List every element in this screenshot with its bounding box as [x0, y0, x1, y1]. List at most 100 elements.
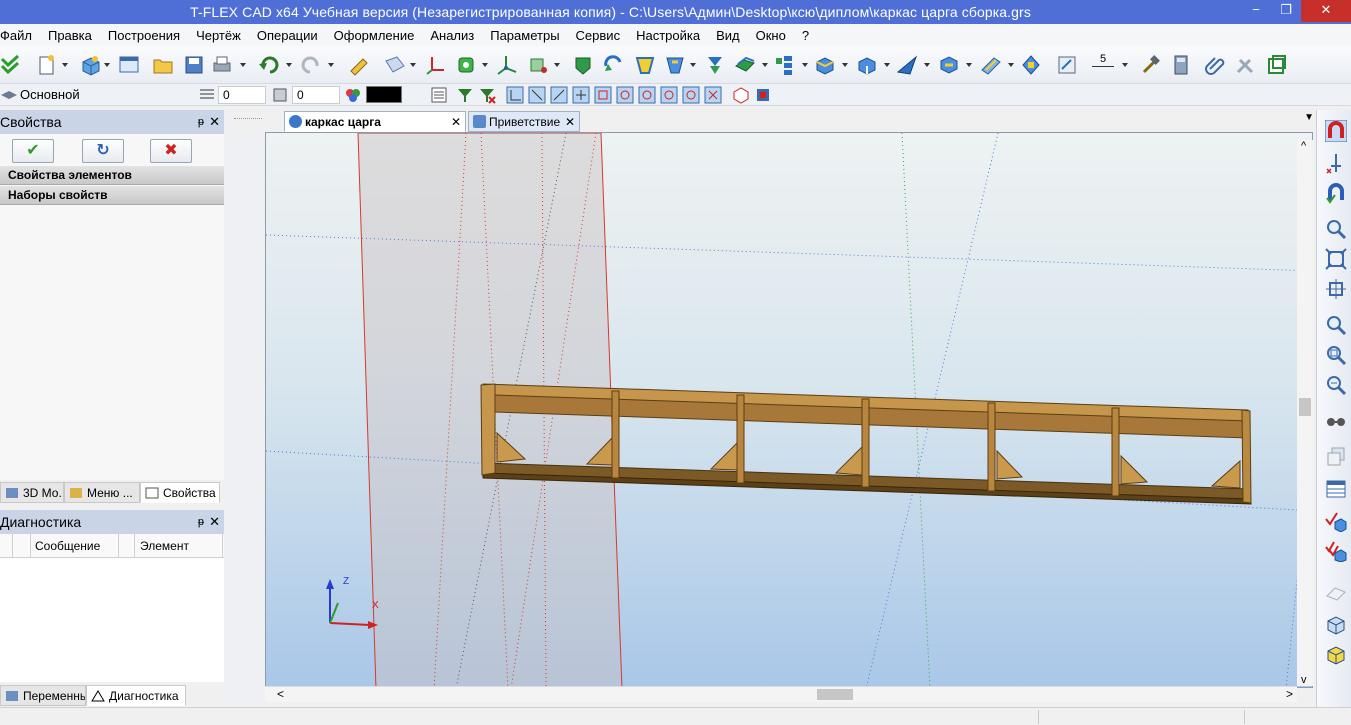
snap-1-icon[interactable] — [506, 86, 524, 104]
dropdown-arrow-icon[interactable] — [884, 63, 890, 67]
3d-node-icon[interactable] — [496, 54, 518, 76]
layer-name[interactable]: Основной — [20, 87, 80, 102]
pin-snap-icon[interactable] — [1325, 152, 1347, 174]
color-swatch[interactable] — [366, 86, 402, 103]
column-element[interactable]: Элемент — [140, 539, 189, 553]
boolean-icon[interactable] — [704, 54, 726, 76]
dimension-icon[interactable]: 5 — [1090, 54, 1116, 76]
vertical-scroll-thumb[interactable] — [1299, 398, 1311, 416]
close-tab-icon[interactable]: ✕ — [451, 112, 461, 132]
dropdown-arrow-icon[interactable] — [690, 63, 696, 67]
check-cube-icon[interactable] — [1325, 510, 1347, 532]
menu-design[interactable]: Оформление — [326, 28, 423, 43]
sweep-icon[interactable] — [664, 54, 686, 76]
refresh-button[interactable]: ↻ — [82, 139, 124, 163]
body-copy-icon[interactable] — [938, 54, 960, 76]
double-check-cube-icon[interactable] — [1325, 540, 1347, 562]
magnet-check-icon[interactable] — [1325, 182, 1347, 204]
column-message[interactable]: Сообщение — [35, 539, 100, 553]
tab-3d-model[interactable]: 3D Мо... — [0, 482, 64, 503]
menu-analysis[interactable]: Анализ — [422, 28, 482, 43]
filter-check-icon[interactable] — [456, 86, 474, 104]
tabs-dropdown-icon[interactable]: ▼ — [1304, 112, 1314, 123]
cube-color-icon[interactable] — [754, 86, 772, 104]
close-tab-icon[interactable]: ✕ — [565, 112, 575, 132]
chamfer-icon[interactable] — [814, 54, 836, 76]
dropdown-arrow-icon[interactable] — [802, 63, 808, 67]
filter-clear-icon[interactable] — [478, 86, 496, 104]
menu-window[interactable]: Окно — [748, 28, 794, 43]
vertical-scrollbar[interactable]: ^ v — [1297, 140, 1313, 686]
dropdown-arrow-icon[interactable] — [482, 63, 488, 67]
material-icon[interactable] — [1020, 54, 1042, 76]
scroll-right-arrow[interactable]: > — [1286, 687, 1293, 701]
pin-icon[interactable]: ᵽ — [198, 110, 204, 134]
snap-2-icon[interactable] — [528, 86, 546, 104]
zoom-extents-icon[interactable] — [1325, 278, 1347, 300]
dropdown-arrow-icon[interactable] — [410, 63, 416, 67]
snap-8-icon[interactable] — [660, 86, 678, 104]
rotate-icon[interactable] — [602, 54, 624, 76]
snap-10-icon[interactable] — [704, 86, 722, 104]
scroll-left-arrow[interactable]: < — [277, 687, 284, 701]
tab-gripper[interactable] — [234, 118, 262, 119]
scroll-up-arrow[interactable]: ^ — [1301, 140, 1306, 152]
menu-view[interactable]: Вид — [708, 28, 748, 43]
undo-icon[interactable] — [258, 54, 280, 76]
zoom-previous-icon[interactable] — [1325, 344, 1347, 366]
tab-welcome[interactable]: Приветствие ✕ — [468, 111, 580, 132]
wireframe-cube-icon[interactable] — [1325, 614, 1347, 636]
dropdown-arrow-icon[interactable] — [286, 63, 292, 67]
cancel-button[interactable]: ✖ — [150, 139, 192, 163]
close-button[interactable]: ✕ — [1301, 0, 1351, 22]
splitter[interactable] — [225, 110, 263, 706]
menu-drawing[interactable]: Чертёж — [188, 28, 249, 43]
menu-service[interactable]: Сервис — [568, 28, 629, 43]
dropdown-arrow-icon[interactable] — [966, 63, 972, 67]
pencil-ruler-icon[interactable] — [348, 54, 370, 76]
zoom-fit-icon[interactable] — [1325, 248, 1347, 270]
ok-button[interactable]: ✔ — [12, 139, 54, 163]
open-folder-icon[interactable] — [152, 54, 174, 76]
workplane-icon[interactable] — [384, 54, 406, 76]
menu-settings[interactable]: Настройка — [628, 28, 708, 43]
table-view-icon[interactable] — [1325, 478, 1347, 500]
dropdown-arrow-icon[interactable] — [1008, 63, 1014, 67]
double-check-icon[interactable] — [0, 54, 22, 76]
dropdown-arrow-icon[interactable] — [554, 63, 560, 67]
sketch-profile-icon[interactable] — [455, 54, 477, 76]
list-properties-icon[interactable] — [430, 86, 448, 104]
menu-file[interactable]: Файл — [0, 28, 40, 43]
viewport-scene[interactable] — [266, 133, 1313, 688]
window-icon[interactable] — [118, 54, 140, 76]
menu-construct[interactable]: Построения — [100, 28, 188, 43]
close-panel-button[interactable]: ✕ — [209, 110, 220, 134]
priority-value-field[interactable]: 0 — [292, 86, 340, 104]
3d-viewport[interactable]: Z X — [265, 132, 1313, 688]
3d-path-icon[interactable] — [528, 54, 550, 76]
snap-6-icon[interactable] — [616, 86, 634, 104]
layer-value-field[interactable]: 0 — [218, 86, 266, 104]
dropdown-arrow-icon[interactable] — [842, 63, 848, 67]
zoom-all-icon[interactable] — [1325, 374, 1347, 396]
redo-icon[interactable] — [300, 54, 322, 76]
tools-icon[interactable] — [1234, 54, 1256, 76]
menu-parameters[interactable]: Параметры — [482, 28, 567, 43]
hammer-icon[interactable] — [1140, 54, 1162, 76]
face-op-icon[interactable] — [896, 54, 918, 76]
shell-icon[interactable] — [734, 54, 756, 76]
extrude-icon[interactable] — [572, 54, 594, 76]
close-panel-button[interactable]: ✕ — [209, 510, 220, 534]
horizontal-scrollbar[interactable]: < > — [265, 686, 1297, 702]
color-palette-icon[interactable] — [344, 86, 362, 104]
fillet-icon[interactable] — [856, 54, 878, 76]
horizontal-scroll-thumb[interactable] — [817, 689, 853, 700]
plane-view-icon[interactable] — [1325, 580, 1347, 602]
dropdown-arrow-icon[interactable] — [240, 63, 246, 67]
calculator-icon[interactable] — [1170, 54, 1192, 76]
section-property-sets[interactable]: Наборы свойств — [0, 186, 224, 205]
copy-view-icon[interactable] — [1325, 446, 1347, 468]
zoom-in-icon[interactable] — [1325, 314, 1347, 336]
cube-view-icon[interactable] — [732, 86, 750, 104]
view-glasses-icon[interactable] — [1325, 410, 1347, 432]
